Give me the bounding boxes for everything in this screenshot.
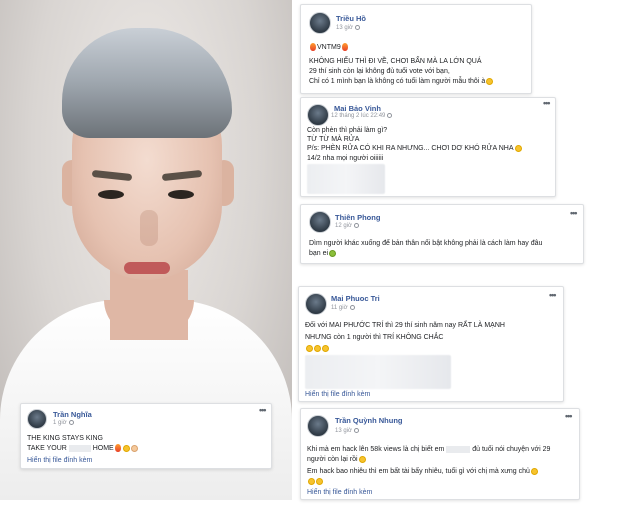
emoji-icon: [329, 249, 337, 257]
commenter-name[interactable]: Mai Phuoc Tri: [331, 294, 380, 303]
comment-line: THE KING STAYS KING: [27, 435, 103, 442]
globe-icon: [353, 428, 359, 433]
comment-line: P/s: PHÈN RỬA CÓ KHI RA NHƯNG... CHƠI DƠ…: [307, 144, 522, 153]
smile-emoji-icon: [306, 344, 313, 352]
redacted-text: [68, 444, 91, 452]
comment-card-trieu-ho: Triều Hồ 13 giờ VNTM9 KHÔNG HIỂU THÌ ĐI …: [300, 4, 532, 94]
globe-icon: [349, 305, 355, 310]
comment-line: NHƯNG còn 1 người thì TRÍ KHÔNG CHẮC: [305, 334, 444, 341]
smile-emoji-icon: [314, 344, 321, 352]
grin-emoji-icon: [514, 144, 522, 152]
smile-emoji-icon: [322, 344, 329, 352]
time-label: 12 tháng 2 lúc 22:49: [331, 113, 386, 120]
more-options-icon[interactable]: •••: [549, 290, 557, 300]
comment-time[interactable]: 11 giờ: [331, 305, 355, 311]
emoji-row: [307, 477, 323, 486]
globe-icon: [68, 420, 74, 425]
avatar[interactable]: [309, 211, 331, 233]
comment-text: HOME: [92, 445, 114, 452]
comment-line: 14/2 nha mọi người oiiiiii: [307, 155, 384, 162]
commenter-name[interactable]: Mai Bảo Vinh: [334, 104, 381, 113]
comment-time[interactable]: 1 giờ: [53, 420, 74, 426]
time-label: 1 giờ: [53, 420, 67, 427]
comment-text: Em hack bao nhiêu thì em bất tài bấy nhi…: [307, 468, 530, 475]
globe-icon: [387, 113, 393, 118]
mouth: [124, 262, 170, 274]
comment-text: P/s: PHÈN RỬA CÓ KHI RA NHƯNG... CHƠI DƠ…: [307, 145, 514, 152]
comment-card-mai-phuoc-tri: Mai Phuoc Tri 11 giờ ••• Đối với MAI PHƯ…: [298, 286, 564, 402]
commenter-name[interactable]: Thiên Phong: [335, 213, 380, 222]
laugh-emoji-icon: [122, 444, 130, 452]
dizzy-emoji-icon: [308, 477, 315, 485]
commenter-name[interactable]: Trần Quỳnh Nhung: [335, 416, 403, 425]
nose: [140, 210, 158, 246]
more-options-icon[interactable]: •••: [259, 405, 267, 415]
comment-card-thien-phong: Thiên Phong 12 giờ ••• Dìm người khác xu…: [300, 204, 584, 264]
comment-text: đủ tuổi nói chuyện với 29: [472, 446, 551, 453]
comment-line: 29 thí sinh còn lại không đủ tuổi vote v…: [309, 68, 450, 75]
comment-line: Còn phèn thì phải làm gì?: [307, 127, 388, 134]
time-label: 11 giờ: [331, 305, 348, 312]
smile-emoji-icon: [358, 455, 366, 463]
comment-line: Đối với MAI PHƯỚC TRÍ thì 29 thí sinh nă…: [305, 322, 505, 329]
globe-icon: [354, 25, 360, 30]
comment-line: KHÔNG HIỂU THÌ ĐI VỀ, CHƠI BẨN MÀ LA LỚN…: [309, 58, 482, 65]
comment-time[interactable]: 13 giờ: [335, 428, 359, 434]
fire-icon: [341, 43, 348, 52]
globe-icon: [353, 223, 359, 228]
comment-line: Dìm người khác xuống để bản thân nổi bật…: [309, 240, 543, 247]
eye-left: [98, 190, 124, 199]
smile-emoji-icon: [486, 77, 494, 85]
comment-text: Khi mà em hack lên 58k views là chị biết…: [307, 446, 445, 453]
blurred-attachment: [307, 164, 385, 194]
avatar[interactable]: [309, 12, 331, 34]
commenter-name[interactable]: Triều Hồ: [336, 14, 366, 23]
avatar[interactable]: [307, 104, 329, 126]
more-options-icon[interactable]: •••: [565, 411, 573, 421]
show-attachment-link[interactable]: Hiển thị file đính kèm: [27, 457, 92, 464]
blurred-attachment: [305, 355, 451, 389]
more-options-icon[interactable]: •••: [570, 208, 578, 218]
comment-line: bạn ei: [309, 249, 337, 258]
time-label: 12 giờ: [335, 223, 352, 230]
comment-text: Chỉ có 1 mình bạn là không có tuổi làm n…: [309, 78, 486, 85]
commenter-name[interactable]: Trần Nghĩa: [53, 410, 92, 419]
comment-card-tran-nghia: Trần Nghĩa 1 giờ ••• THE KING STAYS KING…: [20, 403, 272, 469]
avatar[interactable]: [305, 293, 327, 315]
comment-text: người còn lại rồi: [307, 456, 358, 463]
comment-line: TAKE YOUR HOME: [27, 444, 138, 453]
avatar[interactable]: [307, 415, 329, 437]
redacted-text: [446, 445, 471, 453]
more-options-icon[interactable]: •••: [543, 98, 551, 108]
comment-line: người còn lại rồi: [307, 455, 366, 464]
time-label: 13 giờ: [335, 428, 352, 435]
comment-text: TAKE YOUR: [27, 445, 67, 452]
comment-text: bạn ei: [309, 250, 329, 257]
comment-line: Khi mà em hack lên 58k views là chị biết…: [307, 445, 550, 454]
comment-time[interactable]: 12 giờ: [335, 223, 359, 229]
fire-icon: [114, 444, 121, 453]
comment-time[interactable]: 13 giờ: [336, 25, 360, 31]
fire-icon: [310, 43, 316, 52]
comment-line: VNTM9: [309, 43, 349, 52]
hair: [62, 28, 232, 138]
dizzy-emoji-icon: [316, 477, 323, 485]
hand-emoji-icon: [130, 444, 138, 452]
comment-card-tran-quynh-nhung: Trần Quỳnh Nhung 13 giờ ••• Khi mà em ha…: [300, 408, 580, 500]
show-attachment-link[interactable]: Hiển thị file đính kèm: [305, 391, 370, 398]
show-attachment-link[interactable]: Hiển thị file đính kèm: [307, 489, 372, 496]
dizzy-emoji-icon: [530, 467, 538, 475]
comment-line: Chỉ có 1 mình bạn là không có tuổi làm n…: [309, 77, 494, 86]
comment-line: Em hack bao nhiêu thì em bất tài bấy nhi…: [307, 467, 538, 476]
eye-right: [168, 190, 194, 199]
comment-text: VNTM9: [317, 44, 341, 51]
comment-card-mai-bao-vinh: Mai Bảo Vinh 12 tháng 2 lúc 22:49 ••• Cò…: [300, 97, 556, 197]
comment-line: TỪ TỪ MÀ RỬA: [307, 136, 360, 143]
comment-time[interactable]: 12 tháng 2 lúc 22:49: [331, 113, 393, 120]
avatar[interactable]: [27, 409, 47, 429]
time-label: 13 giờ: [336, 25, 353, 32]
emoji-row: [305, 344, 329, 353]
